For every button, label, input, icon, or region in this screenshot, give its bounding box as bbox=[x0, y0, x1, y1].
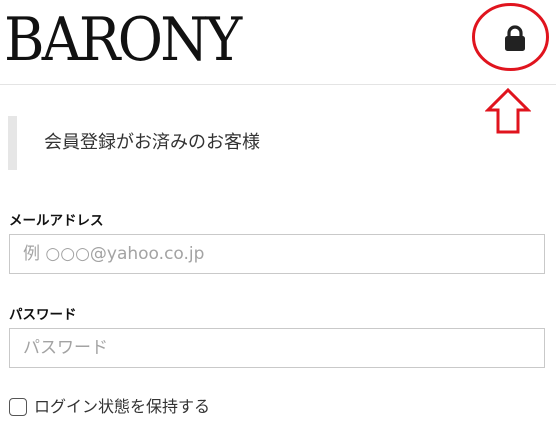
site-logo[interactable]: BARONY bbox=[4, 4, 242, 76]
checkbox-icon[interactable] bbox=[9, 398, 27, 416]
header-divider bbox=[0, 84, 556, 85]
remember-login-label: ログイン状態を保持する bbox=[34, 397, 211, 416]
annotation-arrow-up-icon bbox=[485, 88, 531, 134]
lock-icon[interactable] bbox=[500, 24, 530, 54]
email-input[interactable] bbox=[9, 234, 545, 274]
section-title: 会員登録がお済みのお客様 bbox=[44, 132, 260, 153]
password-input[interactable] bbox=[9, 328, 545, 368]
remember-login-checkbox[interactable]: ログイン状態を保持する bbox=[9, 396, 210, 418]
password-label: パスワード bbox=[9, 307, 77, 323]
section-accent-bar bbox=[8, 116, 17, 170]
email-label: メールアドレス bbox=[9, 213, 104, 229]
login-page: BARONY 会員登録がお済みのお客様 メールアドレス パスワード ログイン状態… bbox=[0, 0, 556, 433]
